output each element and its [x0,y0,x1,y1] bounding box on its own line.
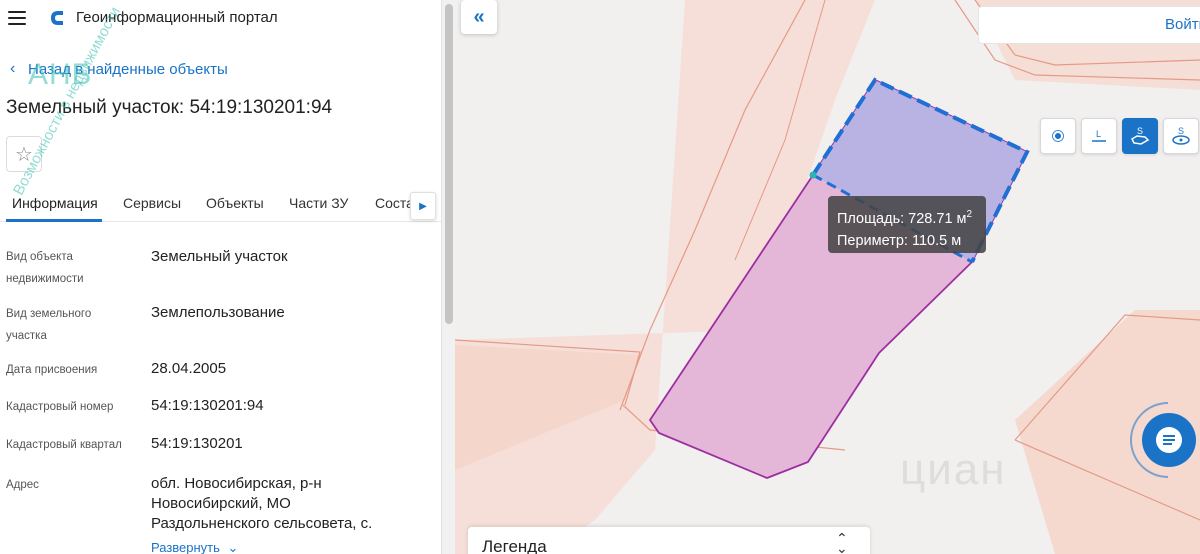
expand-address-link[interactable]: Развернуть ⌄ [151,540,238,554]
svg-text:S: S [1178,126,1184,136]
property-label: Вид земельного участка [6,308,92,342]
portal-title: Геоинформационный портал [76,9,278,26]
object-title: Земельный участок: 54:19:130201:94 [6,97,333,118]
measure-tooltip: Площадь: 728.71 м2 Периметр: 110.5 м [828,196,986,253]
back-to-results-link[interactable]: ‹ Назад в найденные объекты [10,60,228,78]
radius-tool-icon: S [1172,126,1190,145]
tab-parts[interactable]: Части ЗУ [289,195,348,211]
area-tool-button[interactable]: S [1122,118,1158,154]
property-label: Адрес [6,479,39,491]
property-label: Кадастровый квартал [6,439,122,451]
triangle-right-icon: ▶ [419,200,427,212]
chat-icon [1156,427,1182,453]
back-link-label: Назад в найденные объекты [28,60,228,78]
favorite-button[interactable]: ☆ [6,136,42,172]
legend-panel[interactable]: Легенда ⌃ ⌄ [468,527,870,554]
line-tool-icon: L [1092,129,1106,142]
chat-button[interactable] [1142,413,1196,467]
top-bar: Геоинформационный портал [0,0,441,36]
point-tool-button[interactable] [1040,118,1076,154]
expand-label: Развернуть [151,540,220,554]
info-panel: Геоинформационный портал ‹ Назад в найде… [0,0,441,554]
tab-objects[interactable]: Объекты [206,195,264,211]
property-value: 54:19:130201:94 [151,397,264,414]
svg-text:L: L [1096,129,1101,139]
point-tool-icon [1052,130,1064,142]
property-value: обл. Новосибирская, р-н Новосибирский, М… [151,475,373,532]
property-label: Кадастровый номер [6,401,114,413]
menu-icon[interactable] [8,11,26,25]
panel-scrollbar[interactable] [441,0,455,554]
map-canvas [455,0,1200,554]
property-label: Дата присвоения [6,364,98,376]
property-value: Земельный участок [151,248,288,265]
radius-tool-button[interactable]: S [1163,118,1199,154]
expand-collapse-icon: ⌃ ⌄ [836,530,848,554]
legend-label: Легенда [482,537,547,554]
tab-information[interactable]: Информация [12,195,98,211]
area-tool-icon: S [1131,126,1150,145]
star-icon: ☆ [15,143,33,166]
tabs-scroll-right-button[interactable]: ▶ [410,192,436,220]
perimeter-readout: Периметр: 110.5 м [837,232,962,249]
property-value: 28.04.2005 [151,360,227,377]
active-tab-indicator [6,219,102,222]
map-view[interactable] [455,0,1200,554]
login-button[interactable]: Войти [1165,16,1200,33]
chevron-down-icon: ⌄ [227,540,239,554]
tab-services[interactable]: Сервисы [123,195,181,211]
property-label: Вид объекта недвижимости [6,251,84,285]
chevron-left-icon: ‹ [10,60,16,77]
measure-vertex [809,171,817,179]
line-tool-button[interactable]: L [1081,118,1117,154]
scrollbar-thumb[interactable] [445,4,453,324]
property-value: Землепользование [151,304,285,321]
double-chevron-left-icon: « [473,5,485,28]
tab-composition[interactable]: Соста [375,195,414,211]
svg-text:S: S [1137,126,1143,136]
tab-bar: Информация Сервисы Объекты Части ЗУ Сост… [0,188,441,222]
area-readout: Площадь: 728.71 м2 [837,209,973,227]
property-value: 54:19:130201 [151,435,243,452]
collapse-panel-button[interactable]: « [461,0,497,34]
portal-logo-icon [51,11,63,25]
